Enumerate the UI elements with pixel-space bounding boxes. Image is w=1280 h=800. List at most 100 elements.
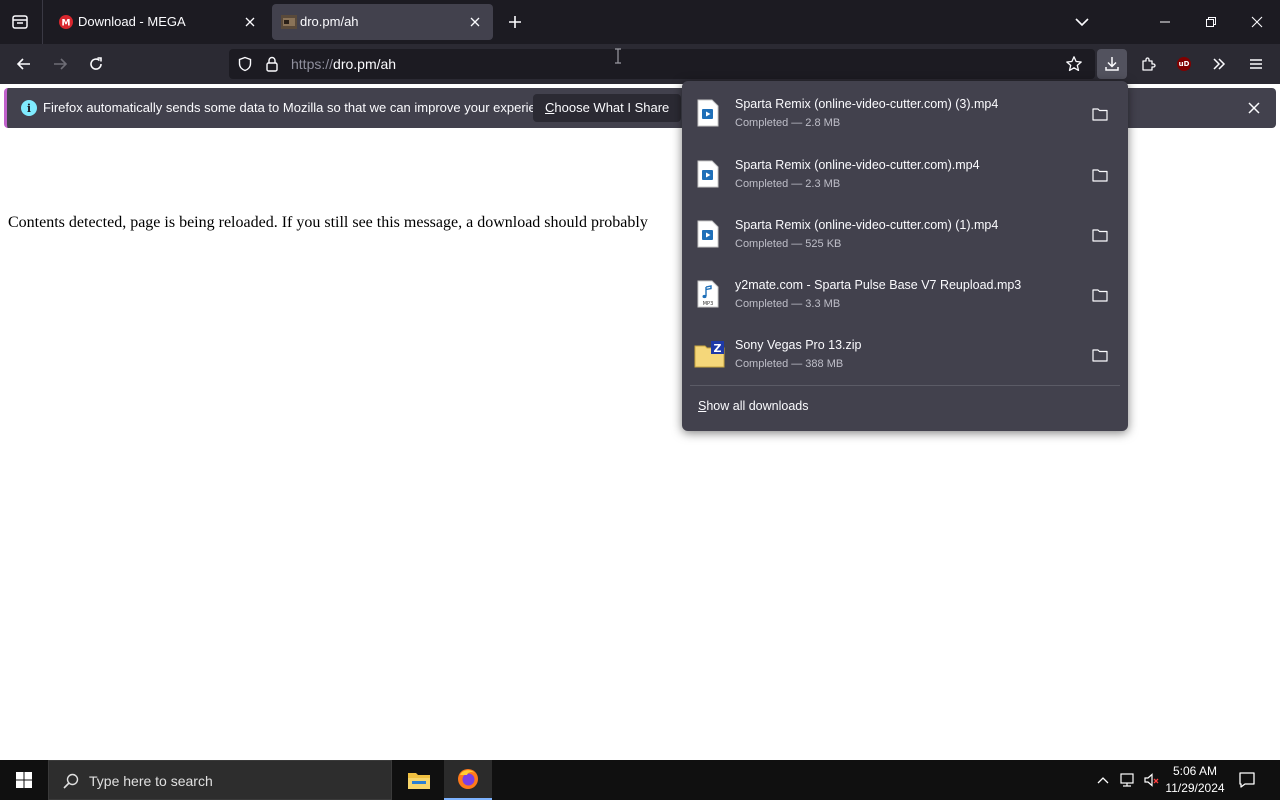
tab-close-button[interactable] (240, 12, 260, 32)
show-in-folder-button[interactable] (1090, 166, 1110, 184)
close-icon (245, 17, 255, 27)
svg-text:Z: Z (714, 342, 722, 355)
download-item[interactable]: Sparta Remix (online-video-cutter.com) (… (682, 202, 1128, 262)
volume-button[interactable] (1141, 770, 1161, 790)
download-status: Completed — 525 KB (735, 238, 842, 250)
show-in-folder-button[interactable] (1090, 226, 1110, 244)
audio-file-icon: MP3 (696, 280, 722, 310)
overflow-menu-button[interactable] (1205, 50, 1233, 78)
panel-divider (690, 385, 1120, 386)
ublock-origin-button[interactable]: uD (1170, 50, 1198, 78)
chevron-up-icon (1097, 777, 1109, 784)
app-menu-button[interactable] (1242, 50, 1270, 78)
download-status: Completed — 2.8 MB (735, 117, 841, 129)
notification-message: Firefox automatically sends some data to… (43, 100, 561, 115)
download-icon (1105, 57, 1119, 71)
firefox-app[interactable] (444, 760, 492, 800)
svg-text:MP3: MP3 (703, 301, 714, 307)
zip-file-icon: Z (694, 340, 726, 370)
notification-close-button[interactable] (1244, 98, 1264, 118)
firefox-view-button[interactable] (6, 8, 34, 36)
download-status: Completed — 388 MB (735, 358, 844, 370)
folder-icon (1092, 349, 1108, 362)
taskbar: Type here to search 5:06 AM 11/29/2024 (0, 760, 1280, 800)
download-filename: Sony Vegas Pro 13.zip (735, 338, 862, 352)
close-window-button[interactable] (1234, 0, 1280, 44)
folder-icon (1092, 289, 1108, 302)
file-explorer-icon (408, 773, 430, 789)
download-status: Completed — 2.3 MB (735, 178, 841, 190)
url-text[interactable]: https://dro.pm/ah (291, 56, 396, 72)
clock-time: 5:06 AM (1172, 764, 1218, 778)
lock-icon[interactable] (263, 55, 281, 73)
download-filename: Sparta Remix (online-video-cutter.com) (… (735, 97, 999, 111)
minimize-button[interactable] (1142, 0, 1188, 44)
file-explorer-app[interactable] (395, 760, 443, 800)
show-in-folder-button[interactable] (1090, 286, 1110, 304)
double-chevron-right-icon (1213, 58, 1226, 70)
site-icon (281, 15, 297, 29)
show-in-folder-button[interactable] (1090, 105, 1110, 123)
arrow-right-icon (54, 58, 68, 70)
arrow-left-icon (16, 58, 30, 70)
url-bar[interactable]: https://dro.pm/ah (229, 49, 1095, 79)
action-center-button[interactable] (1236, 769, 1258, 791)
start-button[interactable] (0, 760, 48, 800)
download-item[interactable]: Sparta Remix (online-video-cutter.com).m… (682, 142, 1128, 202)
download-item[interactable]: Sparta Remix (online-video-cutter.com) (… (682, 81, 1128, 141)
download-item[interactable]: Z Sony Vegas Pro 13.zip Completed — 388 … (682, 322, 1128, 382)
ublock-icon: uD (1177, 57, 1191, 71)
show-in-folder-button[interactable] (1090, 346, 1110, 364)
restore-button[interactable] (1188, 0, 1234, 44)
url-scheme: https:// (291, 56, 334, 72)
tab-strip: M Download - MEGA dro.pm/ah (0, 0, 1280, 44)
downloads-button[interactable] (1097, 49, 1127, 79)
back-button[interactable] (10, 50, 38, 78)
forward-button[interactable] (46, 50, 74, 78)
download-item[interactable]: MP3 y2mate.com - Sparta Pulse Base V7 Re… (682, 262, 1128, 322)
plus-icon (509, 16, 521, 28)
search-placeholder: Type here to search (89, 773, 213, 789)
clock-date: 11/29/2024 (1165, 781, 1225, 795)
bookmark-button[interactable] (1065, 55, 1083, 73)
show-all-downloads-button[interactable]: Show all downloads (698, 399, 809, 413)
notification-icon (1239, 772, 1255, 788)
volume-muted-icon (1144, 773, 1159, 787)
url-host: dro.pm/ah (333, 56, 397, 72)
close-icon (1248, 102, 1260, 114)
close-icon (1251, 16, 1263, 28)
firefox-view-icon (12, 15, 28, 29)
folder-icon (1092, 108, 1108, 121)
shield-icon[interactable] (236, 55, 254, 73)
page-body-text: Contents detected, page is being reloade… (8, 214, 648, 231)
svg-text:M: M (62, 19, 71, 29)
puzzle-icon (1142, 57, 1156, 71)
taskbar-clock[interactable]: 5:06 AM 11/29/2024 (1160, 763, 1230, 797)
video-file-icon (696, 220, 722, 250)
network-button[interactable] (1117, 770, 1137, 790)
button-label: hoose What I Share (554, 100, 670, 115)
restore-icon (1206, 17, 1216, 27)
show-hidden-icons-button[interactable] (1093, 770, 1113, 790)
tab-separator (42, 0, 43, 44)
chevron-down-icon (1075, 18, 1089, 27)
text-cursor-icon (615, 48, 621, 64)
video-file-icon (696, 99, 722, 129)
extensions-button[interactable] (1134, 50, 1162, 78)
firefox-icon (458, 769, 478, 789)
tab-close-button[interactable] (465, 12, 485, 32)
tab-dro[interactable]: dro.pm/ah (272, 4, 493, 40)
close-icon (470, 17, 480, 27)
new-tab-button[interactable] (503, 10, 527, 34)
taskbar-search-box[interactable]: Type here to search (48, 760, 392, 800)
show-all-label: how all downloads (706, 399, 809, 413)
reload-button[interactable] (82, 50, 110, 78)
windows-logo-icon (16, 772, 32, 788)
button-accesskey: C (545, 100, 555, 115)
choose-what-i-share-button[interactable]: Choose What I Share (533, 94, 682, 122)
hamburger-icon (1250, 59, 1262, 69)
search-icon (61, 771, 81, 791)
tab-mega[interactable]: M Download - MEGA (50, 4, 268, 40)
list-all-tabs-button[interactable] (1070, 10, 1094, 34)
folder-icon (1092, 169, 1108, 182)
